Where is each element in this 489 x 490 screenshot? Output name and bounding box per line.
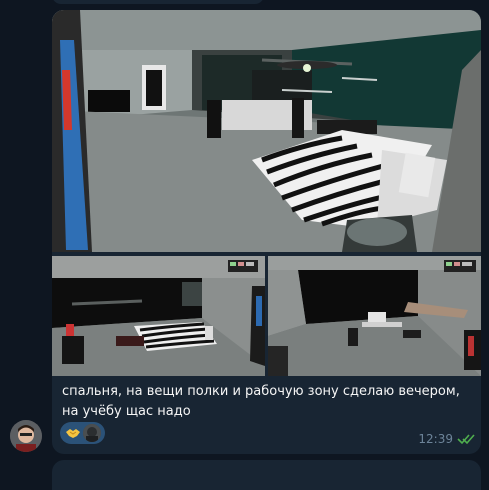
reactions-bar <box>60 422 105 446</box>
bedroom-photo-workspace[interactable] <box>268 256 481 376</box>
message-caption: спальня, на вещи полки и рабочую зону сд… <box>62 384 460 419</box>
bedroom-render-workspace <box>268 256 481 376</box>
bedroom-render-bed <box>52 256 265 376</box>
bedroom-photo-main[interactable] <box>52 10 481 252</box>
previous-message-bubble <box>52 0 264 4</box>
reactor-avatar <box>83 424 101 442</box>
sender-avatar[interactable] <box>10 420 42 452</box>
message-time: 12:39 <box>418 432 453 446</box>
message-meta: 12:39 <box>418 432 475 446</box>
bedroom-render-main <box>52 10 481 252</box>
double-check-icon <box>457 434 475 445</box>
handshake-emoji-icon <box>66 429 80 438</box>
message-bubble[interactable]: спальня, на вещи полки и рабочую зону сд… <box>52 10 481 454</box>
reaction-pill[interactable] <box>60 422 105 444</box>
next-message-bubble <box>52 460 481 490</box>
bedroom-photo-bed[interactable] <box>52 256 265 376</box>
sender-avatar-image <box>10 420 42 452</box>
